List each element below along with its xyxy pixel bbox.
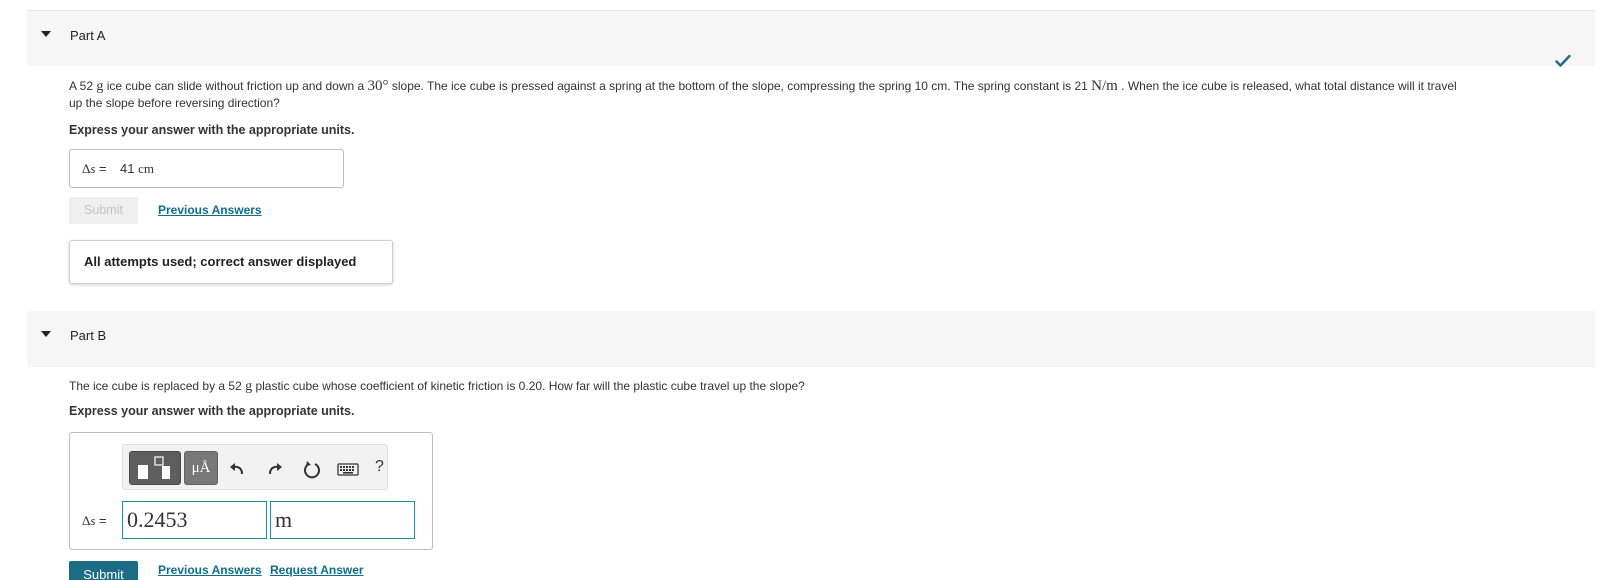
part-b-request-answer-link[interactable]: Request Answer (270, 563, 364, 577)
checkmark-icon (1555, 54, 1571, 67)
part-a-feedback-box: All attempts used; correct answer displa… (69, 240, 393, 284)
part-a-title: Part A (70, 28, 106, 43)
part-a-express-instruction: Express your answer with the appropriate… (69, 123, 355, 137)
input-label: Δs = (82, 513, 107, 528)
part-b-express-instruction: Express your answer with the appropriate… (69, 404, 355, 418)
part-b-question: The ice cube is replaced by a 52 g plast… (69, 379, 805, 394)
undo-icon[interactable] (227, 459, 247, 479)
keyboard-icon[interactable] (337, 459, 359, 479)
part-b-submit-button[interactable]: Submit (69, 561, 138, 580)
reset-icon[interactable] (302, 459, 322, 479)
caret-down-icon[interactable] (41, 31, 51, 37)
template-icon (138, 456, 170, 479)
answer-value: 41 cm (120, 161, 154, 176)
caret-down-icon[interactable] (41, 331, 51, 337)
part-a-submit-button-disabled: Submit (69, 197, 138, 224)
help-icon[interactable]: ? (375, 458, 384, 476)
redo-icon[interactable] (265, 459, 285, 479)
part-a-header[interactable]: Part A (27, 10, 1595, 66)
units-button[interactable]: μÅ (184, 451, 218, 485)
part-b-title: Part B (70, 328, 107, 343)
value-input[interactable]: 0.2453 (122, 501, 267, 539)
part-b-previous-answers-link[interactable]: Previous Answers (158, 563, 262, 577)
math-toolbar: μÅ ? (122, 444, 388, 490)
part-a-question: A 52 g ice cube can slide without fricti… (69, 78, 1457, 110)
template-button[interactable] (129, 451, 181, 485)
part-b-answer-panel: μÅ ? Δs = 0.2453 m (69, 432, 433, 550)
part-a-answer-box: Δs = 41 cm (69, 149, 344, 188)
part-a-previous-answers-link[interactable]: Previous Answers (158, 203, 262, 217)
units-input[interactable]: m (270, 501, 415, 539)
answer-label: Δs = (82, 161, 107, 176)
part-b-header[interactable]: Part B (27, 311, 1595, 367)
